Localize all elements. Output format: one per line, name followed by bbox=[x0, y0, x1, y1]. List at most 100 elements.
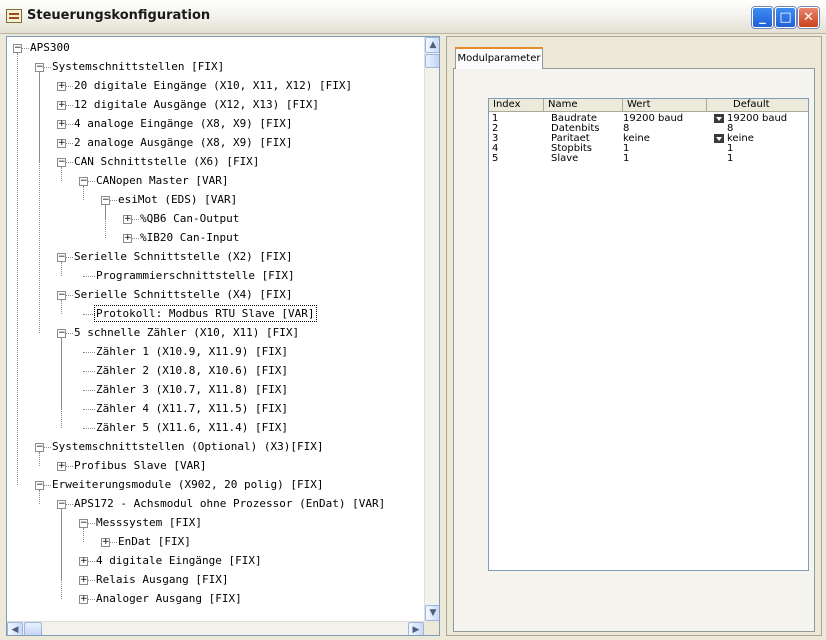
scroll-down-arrow-icon[interactable]: ▼ bbox=[425, 605, 439, 621]
tree-node[interactable]: Zähler 4 (X11.7, X11.5) [FIX] bbox=[96, 399, 288, 418]
expand-plus-icon[interactable]: + bbox=[79, 595, 88, 604]
tree-node[interactable]: APS172 - Achsmodul ohne Prozessor (EnDat… bbox=[74, 494, 385, 513]
tree-node[interactable]: Profibus Slave [VAR] bbox=[74, 456, 206, 475]
expand-plus-icon[interactable]: + bbox=[57, 139, 66, 148]
collapse-minus-icon[interactable]: − bbox=[35, 481, 44, 490]
tree-node-label[interactable]: EnDat [FIX] bbox=[118, 535, 191, 548]
collapse-minus-icon[interactable]: − bbox=[57, 158, 66, 167]
expand-plus-icon[interactable]: + bbox=[79, 576, 88, 585]
tree-node-label[interactable]: 20 digitale Eingänge (X10, X11, X12) [FI… bbox=[74, 79, 352, 92]
tree-node[interactable]: EnDat [FIX] bbox=[118, 532, 191, 551]
tree-node[interactable]: 20 digitale Eingänge (X10, X11, X12) [FI… bbox=[74, 76, 352, 95]
tree-node-label[interactable]: Zähler 2 (X10.8, X10.6) [FIX] bbox=[96, 364, 288, 377]
tree-node-label[interactable]: Zähler 4 (X11.7, X11.5) [FIX] bbox=[96, 402, 288, 415]
collapse-minus-icon[interactable]: − bbox=[79, 519, 88, 528]
tree-node[interactable]: Programmierschnittstelle [FIX] bbox=[96, 266, 295, 285]
tree-node[interactable]: Systemschnittstellen [FIX] bbox=[52, 57, 224, 76]
maximize-button[interactable]: □ bbox=[775, 7, 796, 28]
expand-plus-icon[interactable]: + bbox=[79, 557, 88, 566]
tree-node-label[interactable]: %IB20 Can-Input bbox=[140, 231, 239, 244]
tree-node[interactable]: esiMot (EDS) [VAR] bbox=[118, 190, 237, 209]
tree-node[interactable]: 2 analoge Ausgänge (X8, X9) [FIX] bbox=[74, 133, 293, 152]
grid-cell-value[interactable]: 19200 baud bbox=[623, 113, 683, 124]
collapse-minus-icon[interactable]: − bbox=[101, 196, 110, 205]
tree-node[interactable]: Protokoll: Modbus RTU Slave [VAR] bbox=[94, 304, 317, 323]
expand-plus-icon[interactable]: + bbox=[57, 462, 66, 471]
tree-node-label[interactable]: 4 digitale Eingänge [FIX] bbox=[96, 554, 262, 567]
tab-modulparameter[interactable]: Modulparameter bbox=[455, 47, 543, 69]
tree-node-label[interactable]: Programmierschnittstelle [FIX] bbox=[96, 269, 295, 282]
tree-node-label[interactable]: Erweiterungsmodule (X902, 20 polig) [FIX… bbox=[52, 478, 324, 491]
title-bar[interactable]: Steuerungskonfiguration _ □ ✕ bbox=[0, 0, 826, 34]
tree-horizontal-scrollbar[interactable]: ◀ ▶ bbox=[7, 621, 424, 635]
tree-node[interactable]: Analoger Ausgang [FIX] bbox=[96, 589, 242, 608]
expand-plus-icon[interactable]: + bbox=[57, 82, 66, 91]
tree-node-label[interactable]: Protokoll: Modbus RTU Slave [VAR] bbox=[94, 305, 317, 322]
dropdown-arrow-icon[interactable] bbox=[714, 114, 724, 123]
tree-node[interactable]: 12 digitale Ausgänge (X12, X13) [FIX] bbox=[74, 95, 319, 114]
tree-node-label[interactable]: 5 schnelle Zähler (X10, X11) [FIX] bbox=[74, 326, 299, 339]
tree-node[interactable]: Systemschnittstellen (Optional) (X3)[FIX… bbox=[52, 437, 324, 456]
tree-node-label[interactable]: Serielle Schnittstelle (X2) [FIX] bbox=[74, 250, 293, 263]
tree-node-label[interactable]: 2 analoge Ausgänge (X8, X9) [FIX] bbox=[74, 136, 293, 149]
dropdown-arrow-icon[interactable] bbox=[714, 134, 724, 143]
expand-plus-icon[interactable]: + bbox=[57, 101, 66, 110]
expand-plus-icon[interactable]: + bbox=[57, 120, 66, 129]
tree-node-label[interactable]: esiMot (EDS) [VAR] bbox=[118, 193, 237, 206]
tree-node-label[interactable]: Systemschnittstellen (Optional) (X3)[FIX… bbox=[52, 440, 324, 453]
collapse-minus-icon[interactable]: − bbox=[57, 291, 66, 300]
tree-vertical-scrollbar[interactable]: ▲ ▼ bbox=[424, 37, 439, 621]
tree-node[interactable]: Zähler 5 (X11.6, X11.4) [FIX] bbox=[96, 418, 288, 437]
tree-node[interactable]: CANopen Master [VAR] bbox=[96, 171, 228, 190]
tree-node-label[interactable]: APS300 bbox=[30, 41, 70, 54]
tree-node[interactable]: 4 digitale Eingänge [FIX] bbox=[96, 551, 262, 570]
expand-plus-icon[interactable]: + bbox=[101, 538, 110, 547]
tree-node-label[interactable]: Profibus Slave [VAR] bbox=[74, 459, 206, 472]
grid-column-header[interactable]: Index bbox=[489, 99, 544, 112]
tree-node-label[interactable]: Messsystem [FIX] bbox=[96, 516, 202, 529]
tree-node-label[interactable]: Zähler 1 (X10.9, X11.9) [FIX] bbox=[96, 345, 288, 358]
close-button[interactable]: ✕ bbox=[798, 7, 819, 28]
horizontal-scroll-thumb[interactable] bbox=[24, 622, 42, 635]
collapse-minus-icon[interactable]: − bbox=[35, 443, 44, 452]
collapse-minus-icon[interactable]: − bbox=[57, 329, 66, 338]
configuration-tree[interactable]: APS300− Systemschnittstellen [FIX] −20 dig… bbox=[7, 37, 424, 621]
expand-plus-icon[interactable]: + bbox=[123, 234, 132, 243]
tree-node[interactable]: Messsystem [FIX] bbox=[96, 513, 202, 532]
tree-node-label[interactable]: APS172 - Achsmodul ohne Prozessor (EnDat… bbox=[74, 497, 385, 510]
expand-plus-icon[interactable]: + bbox=[123, 215, 132, 224]
collapse-minus-icon[interactable]: − bbox=[57, 253, 66, 262]
grid-column-header[interactable]: Name bbox=[544, 99, 623, 112]
tree-node[interactable]: Serielle Schnittstelle (X4) [FIX] bbox=[74, 285, 293, 304]
scroll-up-arrow-icon[interactable]: ▲ bbox=[425, 37, 439, 53]
vertical-scroll-thumb[interactable] bbox=[425, 54, 439, 68]
tree-node-label[interactable]: %QB6 Can-Output bbox=[140, 212, 239, 225]
tree-node[interactable]: Relais Ausgang [FIX] bbox=[96, 570, 228, 589]
tree-node[interactable]: CAN Schnittstelle (X6) [FIX] bbox=[74, 152, 259, 171]
tree-node[interactable]: %IB20 Can-Input bbox=[140, 228, 239, 247]
tree-node-label[interactable]: 12 digitale Ausgänge (X12, X13) [FIX] bbox=[74, 98, 319, 111]
tree-node[interactable]: Zähler 3 (X10.7, X11.8) [FIX] bbox=[96, 380, 288, 399]
tree-node-label[interactable]: Relais Ausgang [FIX] bbox=[96, 573, 228, 586]
scroll-right-arrow-icon[interactable]: ▶ bbox=[408, 622, 424, 635]
tree-node-label[interactable]: Zähler 5 (X11.6, X11.4) [FIX] bbox=[96, 421, 288, 434]
collapse-minus-icon[interactable]: − bbox=[35, 63, 44, 72]
tree-node[interactable]: APS300 bbox=[30, 38, 70, 57]
grid-column-header[interactable]: Wert bbox=[623, 99, 707, 112]
tree-node-label[interactable]: Zähler 3 (X10.7, X11.8) [FIX] bbox=[96, 383, 288, 396]
tree-node-label[interactable]: Serielle Schnittstelle (X4) [FIX] bbox=[74, 288, 293, 301]
tree-node[interactable]: Erweiterungsmodule (X902, 20 polig) [FIX… bbox=[52, 475, 324, 494]
tree-node-label[interactable]: Systemschnittstellen [FIX] bbox=[52, 60, 224, 73]
minimize-button[interactable]: _ bbox=[752, 7, 773, 28]
tree-node-label[interactable]: CANopen Master [VAR] bbox=[96, 174, 228, 187]
collapse-minus-icon[interactable]: − bbox=[13, 44, 22, 53]
parameter-grid[interactable]: Index Name Wert Default 1 Baudrate 19200 baud 1… bbox=[488, 98, 809, 571]
collapse-minus-icon[interactable]: − bbox=[79, 177, 88, 186]
tree-node[interactable]: %QB6 Can-Output bbox=[140, 209, 239, 228]
tree-node[interactable]: Zähler 2 (X10.8, X10.6) [FIX] bbox=[96, 361, 288, 380]
tree-node-label[interactable]: Analoger Ausgang [FIX] bbox=[96, 592, 242, 605]
tree-node-label[interactable]: CAN Schnittstelle (X6) [FIX] bbox=[74, 155, 259, 168]
tree-node[interactable]: Serielle Schnittstelle (X2) [FIX] bbox=[74, 247, 293, 266]
tree-node-label[interactable]: 4 analoge Eingänge (X8, X9) [FIX] bbox=[74, 117, 293, 130]
collapse-minus-icon[interactable]: − bbox=[57, 500, 66, 509]
